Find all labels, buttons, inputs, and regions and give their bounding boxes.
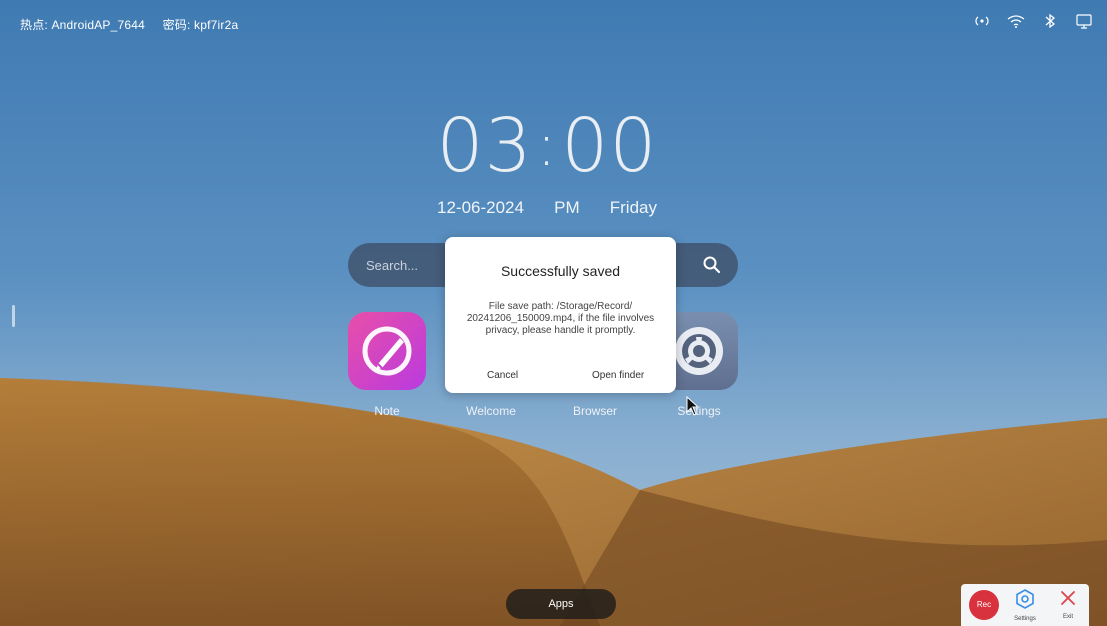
clock-colon: : (536, 111, 558, 179)
hotspot-info: 热点: AndroidAP_7644 密码: kpf7ir2a (20, 16, 252, 33)
save-success-dialog: Successfully saved File save path: /Stor… (445, 237, 676, 393)
note-pen-icon[interactable] (348, 312, 426, 390)
open-finder-button[interactable]: Open finder (592, 370, 644, 381)
desktop-screen: 热点: AndroidAP_7644 密码: kpf7ir2a 03:00 12… (0, 0, 1107, 626)
app-label: Browser (572, 404, 617, 418)
status-bar: 热点: AndroidAP_7644 密码: kpf7ir2a (0, 0, 1107, 40)
dialog-message: File save path: /Storage/Record/ 2024120… (466, 301, 655, 336)
weekday-text: Friday (609, 198, 657, 217)
dialog-title: Successfully saved (500, 263, 621, 279)
recorder-settings-button[interactable]: Settings (1011, 589, 1039, 622)
hotspot-icon[interactable] (973, 12, 991, 30)
side-edge-handle[interactable] (12, 305, 15, 327)
recorder-exit-button[interactable]: Exit (1055, 589, 1081, 620)
date-text: 12-06-2024 (437, 198, 524, 217)
record-button[interactable]: Rec (969, 590, 999, 620)
screen-recorder-panel: Rec Settings Exit (961, 584, 1089, 626)
apps-drawer-button[interactable]: Apps (506, 589, 616, 619)
clock-minutes: 00 (561, 103, 658, 189)
hotspot-name: 热点: AndroidAP_7644 (20, 18, 146, 32)
app-label: Note (374, 404, 400, 418)
hotspot-password: 密码: kpf7ir2a (162, 18, 239, 32)
search-icon[interactable] (702, 255, 722, 275)
app-label: Welcome (466, 404, 516, 418)
screen-share-icon[interactable] (1075, 12, 1093, 30)
wifi-icon[interactable] (1007, 12, 1025, 30)
cancel-button[interactable]: Cancel (487, 370, 518, 381)
status-icons (973, 12, 1093, 30)
recorder-exit-label: Exit (1062, 614, 1073, 620)
settings-hex-icon (1016, 589, 1034, 609)
recorder-settings-label: Settings (1014, 616, 1036, 622)
clock-time: 03:00 (432, 103, 662, 189)
clock-hours: 03 (436, 103, 533, 189)
date-row: 12-06-2024 PM Friday (437, 198, 657, 218)
ampm-text: PM (554, 198, 580, 217)
search-placeholder: Search... (366, 258, 419, 273)
app-note[interactable]: Note (347, 312, 427, 418)
bluetooth-icon[interactable] (1041, 12, 1059, 30)
mouse-cursor-icon (686, 396, 700, 416)
close-icon (1061, 591, 1075, 605)
